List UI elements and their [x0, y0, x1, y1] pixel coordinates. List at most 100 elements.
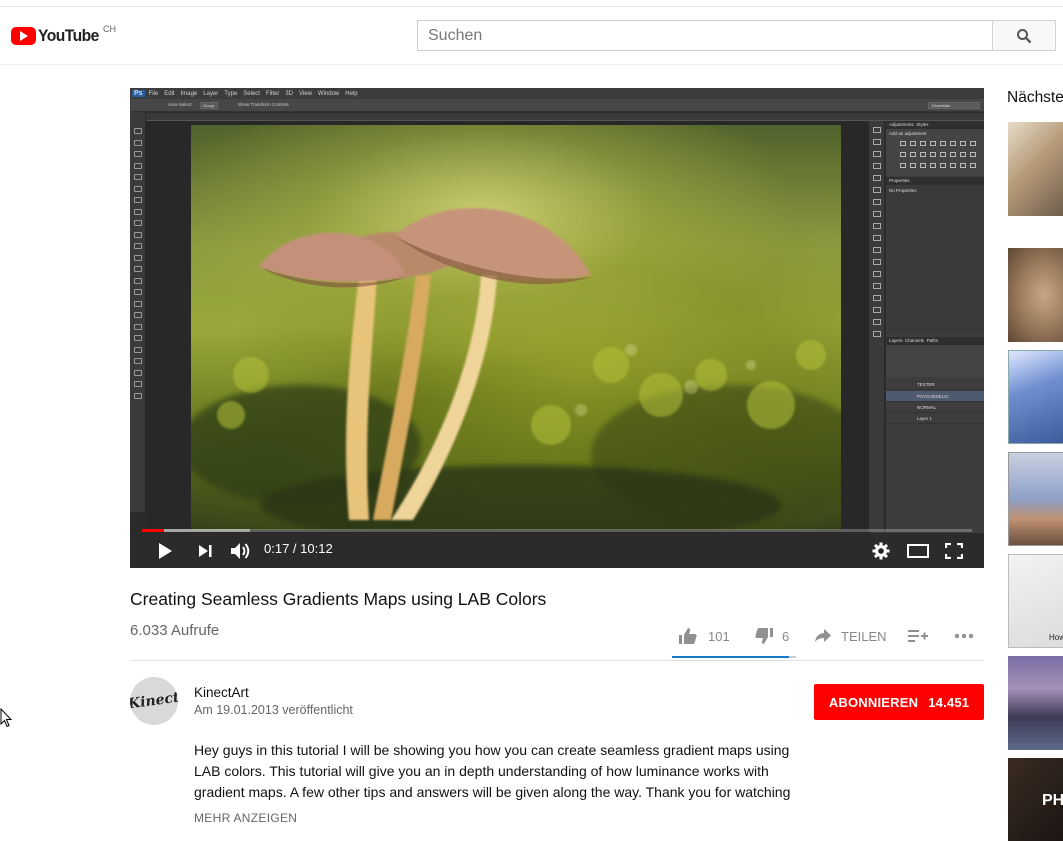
ps-panel-icon — [873, 295, 881, 301]
ps-tool-icon — [134, 392, 142, 399]
video-title: Creating Seamless Gradients Maps using L… — [130, 589, 547, 609]
ps-layers-tabs: Layers Channels Paths — [886, 337, 984, 345]
photoshop-options-bar: Auto-Select: Group Show Transform Contro… — [130, 99, 984, 112]
ps-tool-icon — [134, 277, 142, 284]
ps-menu-item: View — [299, 90, 312, 97]
ps-menu-item: File — [148, 90, 159, 97]
ps-adjustment-icon — [920, 141, 926, 146]
ps-tool-icon — [134, 358, 142, 364]
like-button[interactable]: 101 — [678, 624, 730, 648]
volume-button[interactable] — [229, 540, 253, 562]
ps-properties-body: No Properties — [886, 185, 984, 335]
dislike-button[interactable]: 6 — [754, 624, 789, 648]
show-more-button[interactable]: MEHR ANZEIGEN — [194, 811, 297, 825]
sidebar-thumbnail[interactable] — [1008, 656, 1063, 750]
volume-icon — [231, 543, 250, 559]
ps-panel-icon — [873, 223, 881, 229]
ps-option-label: Auto-Select: — [168, 102, 193, 107]
ps-tool-icon — [134, 128, 142, 134]
photoshop-toolbar — [130, 112, 146, 512]
video-player[interactable]: Ps File Edit Image Layer Type Select Fil… — [130, 88, 984, 568]
thumb-caption: How — [1049, 633, 1063, 642]
ps-layer-row: TESTER — [886, 379, 984, 390]
sidebar-thumbnail[interactable]: PH — [1008, 758, 1063, 841]
fullscreen-button[interactable] — [942, 540, 966, 562]
ps-adjustment-icon — [930, 163, 936, 168]
ps-adjustment-icon — [930, 141, 936, 146]
ps-layer-row: Layer 1 — [886, 413, 984, 424]
ps-panel-icon — [873, 283, 881, 289]
publish-date: Am 19.01.2013 veröffentlicht — [194, 703, 353, 717]
ps-menu-item: 3D — [285, 90, 293, 97]
sidebar-thumbnail[interactable] — [1008, 350, 1063, 444]
mushroom-photo — [191, 125, 841, 530]
ps-tool-icon — [134, 185, 142, 192]
ps-adjustment-icon — [940, 152, 946, 157]
subscribe-button[interactable]: ABONNIEREN 14.451 — [814, 684, 984, 720]
channel-avatar[interactable]: Kinect — [130, 677, 178, 725]
description-line: Hey guys in this tutorial I will be show… — [194, 742, 790, 758]
ps-panel-icon — [873, 259, 881, 265]
ps-panel-icon — [873, 139, 881, 145]
settings-button[interactable] — [870, 540, 892, 562]
play-icon — [159, 543, 172, 559]
ps-adjustment-icon — [920, 163, 926, 168]
play-button[interactable] — [154, 540, 176, 562]
ps-adjustment-icon — [910, 163, 916, 168]
progress-played — [142, 529, 165, 532]
ps-layer-row: NORMAL — [886, 402, 984, 413]
ps-panel-icon — [873, 247, 881, 253]
ps-tool-icon — [134, 289, 142, 295]
ps-menu-item: Select — [243, 90, 260, 97]
ps-adjustment-icon — [940, 141, 946, 146]
more-horizontal-icon — [954, 633, 974, 639]
ps-adjustment-icon — [930, 152, 936, 157]
youtube-logo[interactable]: YouTube CH — [11, 24, 116, 46]
add-to-playlist-button[interactable] — [908, 624, 928, 648]
more-actions-button[interactable] — [954, 624, 974, 648]
ps-adjustment-icon — [970, 141, 976, 146]
ps-adjustments-tabs: Adjustments Styles — [886, 121, 984, 129]
ps-tool-icon — [134, 162, 142, 169]
progress-bar[interactable] — [142, 529, 972, 532]
ps-adjustment-icon — [950, 141, 956, 146]
avatar-logo-text: Kinect — [130, 689, 178, 713]
ps-tool-icon — [134, 369, 142, 376]
next-button[interactable] — [194, 540, 216, 562]
theater-mode-button[interactable] — [905, 540, 931, 562]
ps-adjustments-body: Add an adjustment — [886, 129, 984, 176]
country-code: CH — [103, 24, 116, 34]
ps-panel-icon — [873, 127, 881, 133]
description-line: gradient maps. A few other tips and answ… — [194, 784, 791, 800]
ps-adjustment-icon — [950, 163, 956, 168]
ps-menu-item: Window — [317, 90, 340, 97]
ps-menu-item: Image — [180, 90, 198, 97]
search-button[interactable] — [992, 20, 1056, 51]
search-input[interactable]: Suchen — [417, 20, 993, 51]
ps-panel-icon — [873, 187, 881, 193]
sidebar-thumbnail[interactable] — [1008, 122, 1063, 216]
logo-text: YouTube — [38, 26, 99, 45]
sidebar-thumbnail[interactable] — [1008, 452, 1063, 546]
ps-menu-item: Filter — [265, 90, 280, 97]
ps-menu-item: Help — [345, 90, 358, 97]
share-label: TEILEN — [841, 628, 887, 644]
ps-adjustment-icon — [950, 152, 956, 157]
share-button[interactable]: TEILEN — [814, 624, 887, 648]
like-count: 101 — [708, 628, 730, 644]
sentiment-like-fill — [672, 656, 790, 658]
ps-tool-icon — [134, 300, 142, 307]
channel-name[interactable]: KinectArt — [194, 685, 249, 700]
sidebar-thumbnail[interactable]: How — [1008, 554, 1063, 648]
ps-adjustment-icon — [900, 141, 906, 146]
ps-adjustment-icon — [970, 152, 976, 157]
ps-panel-icon — [873, 151, 881, 157]
ps-adjustment-icon — [920, 152, 926, 157]
ps-properties-tab: Properties — [886, 177, 984, 185]
ps-adjustment-icon — [960, 163, 966, 168]
sidebar-thumbnail[interactable] — [1008, 248, 1063, 342]
ps-menu-item: Layer — [203, 90, 219, 97]
photoshop-panels: Adjustments Styles Add an adjustment Pro… — [886, 121, 984, 533]
photoshop-panel-strip — [868, 121, 885, 533]
subscriber-count: 14.451 — [928, 694, 970, 710]
